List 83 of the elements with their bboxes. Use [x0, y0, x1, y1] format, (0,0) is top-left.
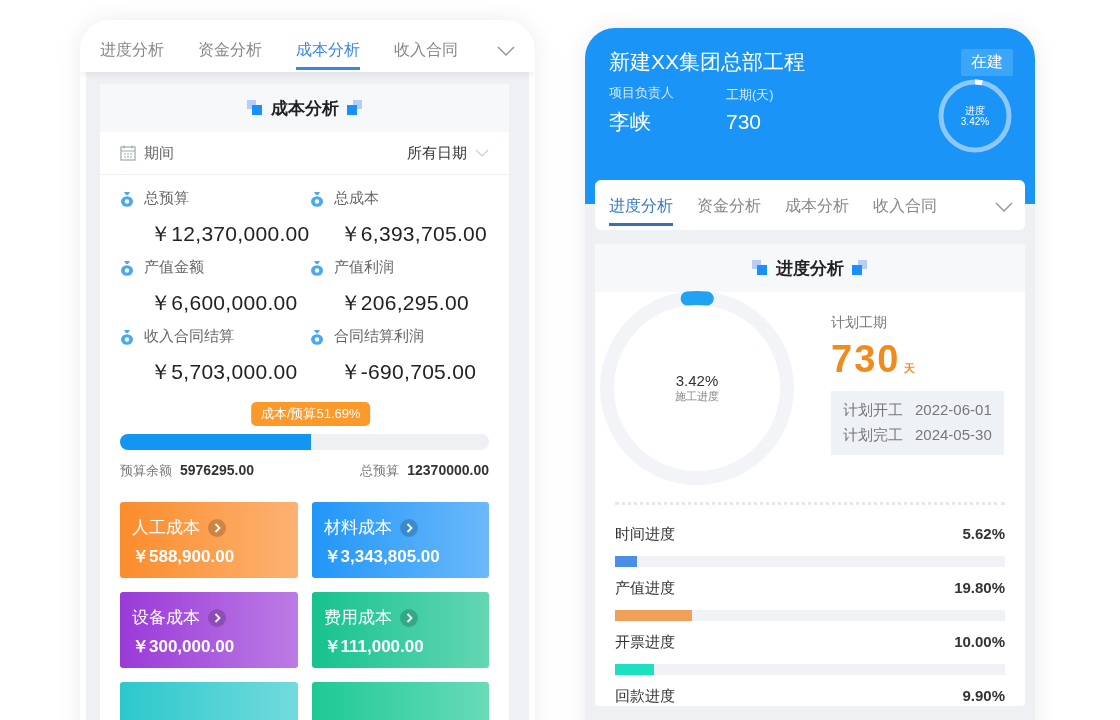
field-label: 工期(天): [726, 86, 774, 104]
category-amount: ￥588,900.00: [132, 546, 236, 568]
chevron-right-icon: [208, 518, 226, 537]
squares-icon: [752, 260, 768, 276]
date-label: 计划开工: [843, 401, 903, 420]
stat-label: 总成本: [333, 189, 379, 208]
progress-label: 产值进度: [615, 579, 675, 598]
stat-value: ￥206,295.00: [338, 290, 470, 316]
date-value: 2024-05-30: [915, 426, 992, 445]
money-bag-icon: [120, 259, 134, 276]
stat-label: 产值利润: [333, 258, 394, 277]
section-title: 成本分析: [270, 97, 339, 120]
chevron-right-icon: [208, 608, 226, 627]
progress-value: 10.00%: [954, 633, 1005, 652]
ring-value: 3.42%: [960, 116, 990, 127]
cost-category-card[interactable]: 材料成本 ￥3,343,805.00: [311, 502, 489, 578]
money-bag-icon: [309, 259, 324, 276]
tab[interactable]: 收入合同: [873, 196, 937, 226]
progress-label: 时间进度: [615, 525, 675, 544]
ring-label: 施工进度: [675, 389, 719, 404]
category-amount: ￥111,000.00: [323, 636, 425, 658]
money-bag-icon: [120, 328, 134, 345]
remaining-value: 5976295.00: [180, 462, 254, 478]
tab[interactable]: 进度分析: [609, 196, 673, 226]
chevron-down-icon[interactable]: [497, 46, 515, 56]
cost-category-card[interactable]: 费用成本 ￥111,000.00: [311, 592, 489, 668]
status-tag: 在建: [961, 48, 1013, 76]
tab[interactable]: 资金分析: [198, 40, 262, 70]
chevron-right-icon: [399, 518, 418, 537]
progress-value: 19.80%: [954, 579, 1005, 598]
period-label: 期间: [144, 143, 174, 163]
tab[interactable]: 进度分析: [100, 40, 164, 70]
category-title: 人工成本: [132, 517, 200, 539]
total-value: 12370000.00: [407, 462, 489, 478]
category-title: 费用成本: [323, 607, 392, 629]
date-value: 2022-06-01: [915, 401, 992, 420]
field-value: 李峡: [609, 109, 652, 135]
squares-icon: [246, 100, 263, 116]
tab[interactable]: 资金分析: [697, 196, 761, 226]
category-amount: ￥3,343,805.00: [323, 546, 441, 568]
chevron-right-icon: [399, 608, 418, 627]
progress-label: 开票进度: [615, 633, 675, 652]
stat-value: ￥-690,705.00: [338, 359, 478, 385]
ratio-tooltip: 成本/预算51.69%: [250, 402, 371, 426]
squares-icon: [852, 260, 868, 276]
project-title: 新建XX集团总部工程: [609, 49, 805, 75]
calendar-icon: [120, 145, 136, 161]
category-title: 设备成本: [132, 607, 200, 629]
money-bag-icon: [309, 328, 324, 345]
category-amount: ￥300,000.00: [132, 636, 236, 658]
cost-category-card[interactable]: 设备成本 ￥300,000.00: [120, 592, 298, 668]
stat-label: 合同结算利润: [333, 327, 424, 346]
stat-value: ￥6,600,000.00: [149, 290, 299, 316]
remaining-label: 预算余额: [120, 462, 172, 480]
chevron-down-icon[interactable]: [995, 202, 1013, 212]
squares-icon: [346, 100, 363, 116]
section-title: 进度分析: [776, 257, 844, 280]
plan-label: 计划工期: [831, 314, 888, 332]
field-label: 项目负责人: [609, 84, 674, 102]
days-unit: 天: [904, 361, 916, 376]
field-value: 730: [726, 110, 763, 134]
stat-label: 产值金额: [144, 258, 204, 277]
progress-value: 9.90%: [962, 687, 1005, 706]
stat-label: 收入合同结算: [144, 327, 234, 346]
stat-value: ￥12,370,000.00: [149, 221, 310, 247]
tab[interactable]: 成本分析: [785, 196, 849, 226]
progress-label: 回款进度: [615, 687, 675, 706]
stat-value: ￥5,703,000.00: [149, 359, 299, 385]
stat-value: ￥6,393,705.00: [338, 221, 489, 247]
date-label: 计划完工: [843, 426, 903, 445]
stat-label: 总预算: [144, 189, 189, 208]
money-bag-icon: [120, 190, 134, 207]
ring-value: 3.42%: [675, 372, 719, 389]
ring-label: 进度: [965, 105, 985, 116]
category-title: 材料成本: [323, 517, 392, 539]
chevron-down-icon: [475, 149, 489, 157]
planned-days: 730: [831, 338, 901, 381]
tab[interactable]: 收入合同: [394, 40, 458, 70]
date-range-dropdown[interactable]: 所有日期: [407, 143, 489, 163]
cost-category-card[interactable]: 人工成本 ￥588,900.00: [120, 502, 298, 578]
progress-value: 5.62%: [962, 525, 1005, 544]
total-label: 总预算: [360, 462, 400, 480]
money-bag-icon: [309, 190, 324, 207]
